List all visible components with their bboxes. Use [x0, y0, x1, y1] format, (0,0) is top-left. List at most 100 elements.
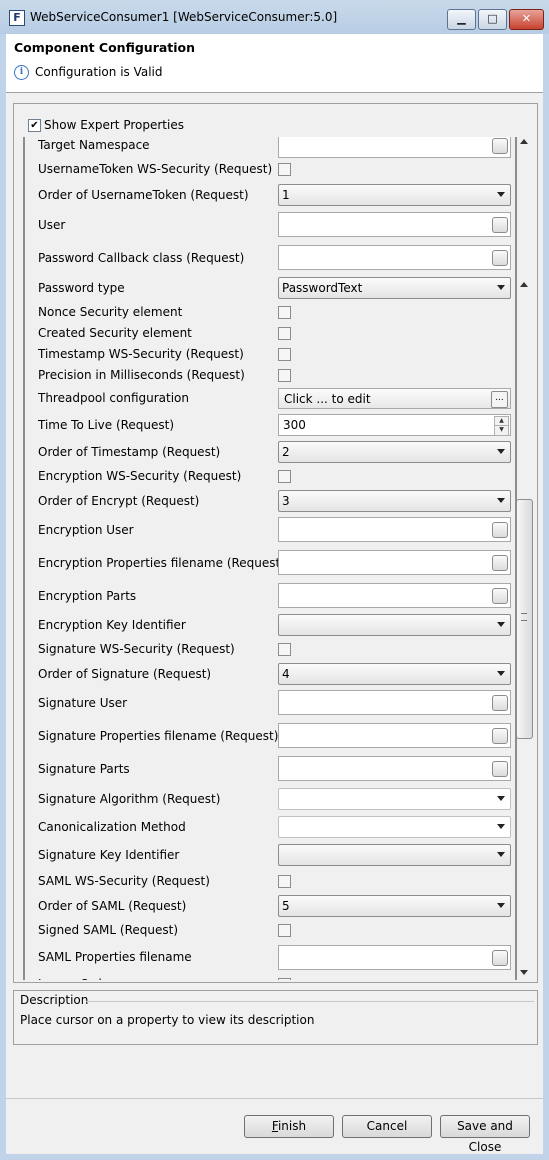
browse-icon[interactable] — [492, 950, 508, 966]
property-checkbox[interactable] — [278, 470, 291, 483]
property-row-order-of-usernametoken-request: Order of UsernameToken (Request) 1 — [25, 181, 515, 208]
property-checkbox[interactable] — [278, 643, 291, 656]
window-title: WebServiceConsumer1 [WebServiceConsumer:… — [30, 10, 338, 24]
property-dropdown[interactable]: 5 — [278, 895, 511, 917]
property-text-field[interactable] — [278, 945, 511, 970]
property-text-field[interactable] — [278, 517, 511, 542]
maximize-button[interactable]: □ — [478, 9, 507, 30]
chevron-down-icon — [497, 285, 505, 290]
property-row-user: User — [25, 208, 515, 241]
property-row-encryption-properties-filename-request: Encryption Properties filename (Request) — [25, 546, 515, 579]
info-icon: i — [14, 65, 29, 80]
property-label: Encryption Key Identifier — [38, 617, 186, 632]
property-label: Order of UsernameToken (Request) — [38, 187, 249, 202]
property-label: Password Callback class (Request) — [38, 250, 245, 265]
property-row-saml-properties-filename: SAML Properties filename — [25, 942, 515, 972]
maximize-icon: □ — [487, 12, 498, 25]
scroll-down-arrow-icon[interactable] — [520, 970, 528, 975]
scrollbar-thumb[interactable] — [516, 499, 533, 739]
title-bar: F WebServiceConsumer1 [WebServiceConsume… — [0, 0, 549, 35]
property-dropdown[interactable]: 2 — [278, 441, 511, 463]
property-label: Password type — [38, 280, 125, 295]
property-row-timestamp-ws-security-request: Timestamp WS-Security (Request) — [25, 343, 515, 364]
property-dropdown[interactable]: 1 — [278, 184, 511, 206]
browse-icon[interactable] — [492, 217, 508, 233]
close-icon: ✕ — [521, 12, 532, 25]
property-row-nonce-security-element: Nonce Security element — [25, 301, 515, 322]
vertical-scrollbar[interactable] — [516, 137, 533, 980]
property-text-field[interactable] — [278, 690, 511, 715]
save-and-close-button[interactable]: Save and Close — [440, 1115, 530, 1154]
property-dropdown[interactable] — [278, 614, 511, 636]
property-dropdown[interactable] — [278, 844, 511, 866]
property-row-signature-key-identifier: Signature Key Identifier — [25, 841, 515, 869]
property-dropdown[interactable]: 4 — [278, 663, 511, 685]
property-text-field[interactable] — [278, 245, 511, 270]
scroll-page-up-arrow-icon[interactable] — [520, 282, 528, 287]
property-label: Encryption WS-Security (Request) — [38, 469, 242, 483]
browse-icon[interactable] — [492, 522, 508, 538]
property-row-signature-parts: Signature Parts — [25, 752, 515, 785]
property-edit-field[interactable]: Click ... to edit... — [278, 388, 511, 409]
property-dropdown[interactable]: PasswordText — [278, 277, 511, 299]
browse-icon[interactable] — [492, 588, 508, 604]
property-checkbox[interactable] — [278, 305, 291, 319]
property-label: Canonicalization Method — [38, 820, 186, 834]
property-row-time-to-live-request: Time To Live (Request) 300 ▲ ▼ — [25, 411, 515, 439]
property-text-field[interactable] — [278, 212, 511, 237]
property-label: Nonce Security element — [38, 304, 183, 319]
browse-icon[interactable] — [492, 138, 508, 154]
spin-down-icon[interactable]: ▼ — [494, 425, 509, 436]
minimize-button[interactable]: ▁ — [447, 9, 476, 30]
property-checkbox[interactable] — [278, 368, 291, 382]
property-label: Threadpool configuration — [38, 391, 190, 405]
browse-icon[interactable] — [492, 695, 508, 711]
browse-icon[interactable] — [492, 728, 508, 744]
close-button[interactable]: ✕ — [509, 9, 544, 30]
property-text-field[interactable] — [278, 550, 511, 575]
property-checkbox[interactable] — [278, 978, 291, 980]
property-label: Timestamp WS-Security (Request) — [38, 346, 244, 361]
properties-list[interactable]: Target Namespace UsernameToken WS-Securit… — [23, 137, 517, 980]
property-text-field[interactable] — [278, 583, 511, 608]
property-dropdown[interactable] — [278, 788, 511, 810]
property-label: Signature WS-Security (Request) — [38, 642, 235, 656]
finish-label: inish — [277, 1119, 307, 1133]
property-dropdown[interactable] — [278, 816, 511, 838]
chevron-down-icon — [497, 622, 505, 627]
ellipsis-button-icon[interactable]: ... — [491, 391, 508, 408]
show-expert-properties-label[interactable]: Show Expert Properties — [44, 118, 184, 132]
property-row-signature-ws-security-request: Signature WS-Security (Request) — [25, 637, 515, 661]
property-spinner[interactable]: 300 ▲ ▼ — [278, 414, 511, 436]
properties-panel: ✔ Show Expert Properties Target Namespac… — [13, 103, 538, 983]
grip-icon — [521, 613, 527, 621]
dialog-title: Component Configuration — [14, 40, 196, 55]
property-text-field[interactable] — [278, 137, 511, 158]
browse-icon[interactable] — [492, 761, 508, 777]
property-row-canonicalization-method: Canonicalization Method — [25, 813, 515, 841]
scroll-up-arrow-icon[interactable] — [520, 139, 528, 144]
property-checkbox[interactable] — [278, 875, 291, 888]
chevron-down-icon — [497, 192, 505, 197]
property-text-field[interactable] — [278, 756, 511, 781]
cancel-button[interactable]: Cancel — [342, 1115, 432, 1138]
property-label: Target Namespace — [38, 138, 150, 152]
chevron-down-icon — [497, 449, 505, 454]
show-expert-properties-checkbox[interactable]: ✔ — [28, 119, 41, 132]
browse-icon[interactable] — [492, 250, 508, 266]
property-checkbox[interactable] — [278, 347, 291, 361]
property-row-password-callback-class-request: Password Callback class (Request) — [25, 241, 515, 274]
finish-button[interactable]: Finish — [244, 1115, 334, 1138]
property-text-field[interactable] — [278, 723, 511, 748]
property-label: Signature Parts — [38, 761, 130, 776]
property-checkbox[interactable] — [278, 326, 291, 340]
property-checkbox[interactable] — [278, 924, 291, 937]
property-checkbox[interactable] — [278, 163, 291, 176]
property-row-threadpool-configuration: Threadpool configuration Click ... to edi… — [25, 385, 515, 411]
property-row-encryption-ws-security-request: Encryption WS-Security (Request) — [25, 464, 515, 488]
property-value: 1 — [282, 188, 290, 202]
browse-icon[interactable] — [492, 555, 508, 571]
property-label: Order of Signature (Request) — [38, 666, 212, 681]
property-dropdown[interactable]: 3 — [278, 490, 511, 512]
chevron-down-icon — [497, 903, 505, 908]
